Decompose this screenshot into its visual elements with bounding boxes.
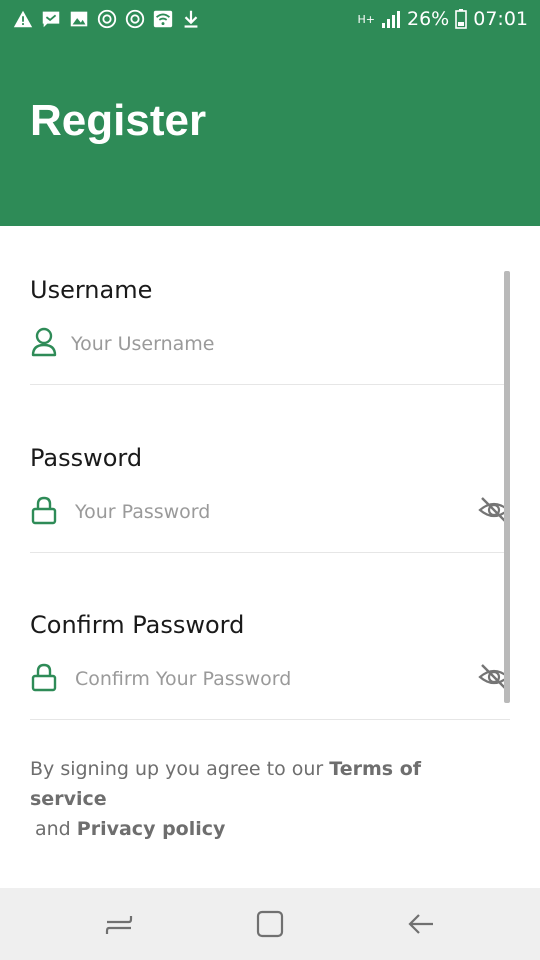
lock-icon xyxy=(31,496,57,525)
terms-text: By signing up you agree to our Terms of … xyxy=(30,754,500,844)
status-bar: H+ 26% 07:01 xyxy=(0,0,540,38)
signal-icon xyxy=(382,11,400,28)
battery-percent: 26% xyxy=(407,8,450,30)
recents-icon[interactable] xyxy=(101,908,137,940)
divider xyxy=(30,719,510,720)
battery-icon xyxy=(455,9,468,29)
wifi-icon xyxy=(153,10,173,28)
app-header: H+ 26% 07:01 Register xyxy=(0,0,540,226)
system-status: H+ 26% 07:01 xyxy=(358,6,529,32)
sync-icon xyxy=(97,9,117,29)
lock-icon xyxy=(31,663,57,692)
terms-connector: and xyxy=(35,818,71,840)
notification-icons xyxy=(12,8,202,30)
username-input[interactable] xyxy=(71,328,451,360)
confirm-password-input[interactable] xyxy=(75,663,455,695)
username-row xyxy=(30,326,510,366)
message-icon xyxy=(42,11,60,28)
password-input[interactable] xyxy=(75,496,455,528)
image-icon xyxy=(70,11,88,27)
network-type: H+ xyxy=(357,12,376,26)
password-label: Password xyxy=(30,444,143,472)
confirm-password-row xyxy=(30,661,510,701)
back-icon[interactable] xyxy=(403,908,439,940)
divider xyxy=(30,384,510,385)
clock: 07:01 xyxy=(473,8,528,30)
download-icon xyxy=(184,10,198,28)
warning-icon xyxy=(13,10,33,28)
username-label: Username xyxy=(30,276,153,304)
user-icon xyxy=(31,327,57,357)
scrollbar[interactable] xyxy=(504,271,510,703)
divider xyxy=(30,552,510,553)
privacy-policy-link[interactable]: Privacy policy xyxy=(77,818,226,840)
system-nav-bar xyxy=(0,888,540,960)
sync-icon xyxy=(125,9,145,29)
confirm-password-label: Confirm Password xyxy=(30,611,245,639)
terms-prefix: By signing up you agree to our xyxy=(30,758,324,780)
page-title: Register xyxy=(30,96,207,145)
home-icon[interactable] xyxy=(252,908,288,940)
password-row xyxy=(30,494,510,534)
